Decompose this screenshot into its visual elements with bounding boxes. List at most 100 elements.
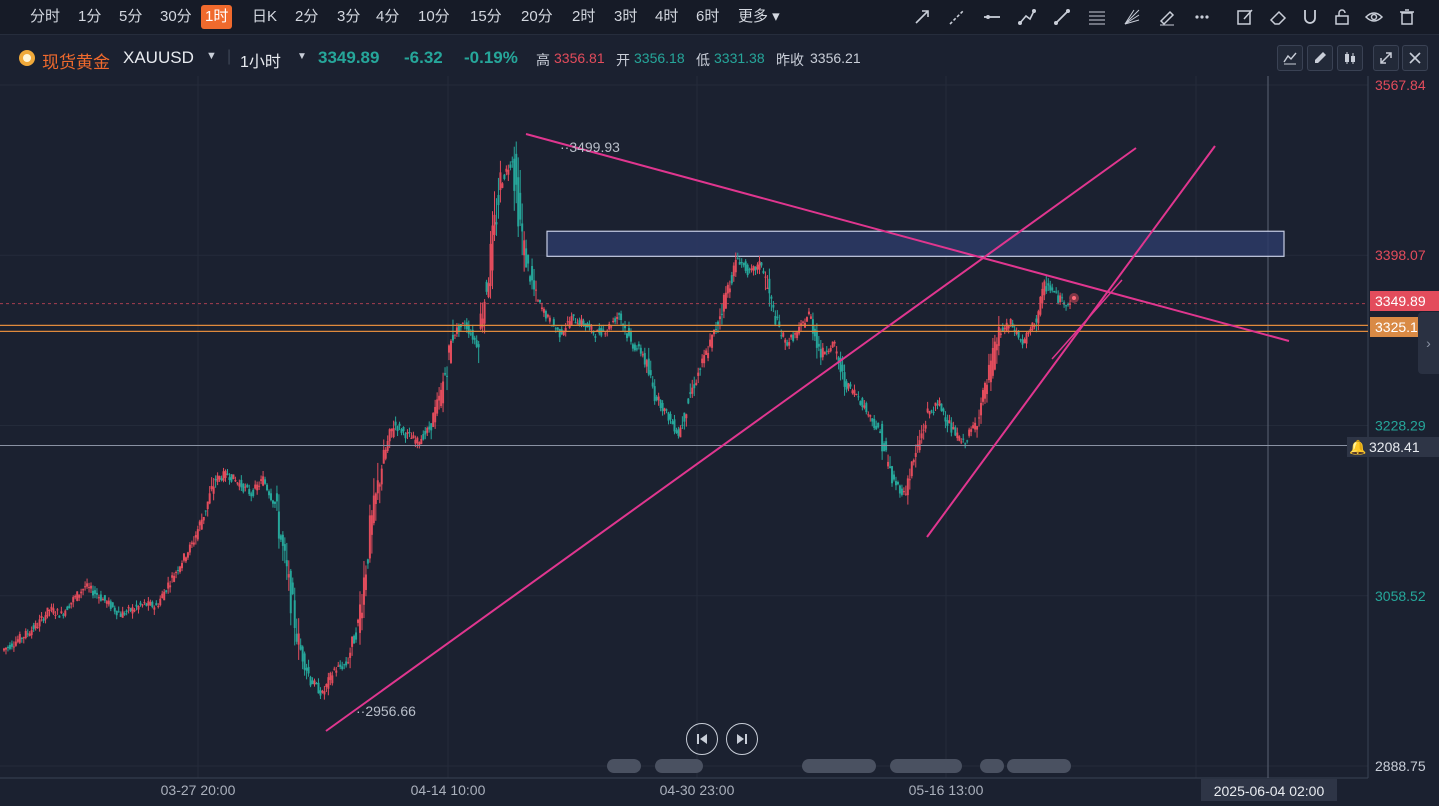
candle-body <box>360 612 363 619</box>
candle-body <box>645 360 648 367</box>
candle-body <box>467 324 470 334</box>
candle-body <box>740 262 743 264</box>
candle-body <box>194 535 197 538</box>
candle-body <box>291 582 294 595</box>
candle-body <box>323 691 326 695</box>
candle-body <box>408 431 411 433</box>
bell-icon[interactable]: 🔔 <box>1347 437 1369 457</box>
candle-body <box>906 478 909 496</box>
candle-body <box>28 633 31 636</box>
candle-body <box>161 593 164 599</box>
candle-body <box>80 591 83 594</box>
candle-body <box>82 589 85 591</box>
close-pane-button[interactable] <box>1402 45 1428 71</box>
candle-body <box>1021 339 1024 345</box>
candle-body <box>273 501 276 504</box>
candle-body <box>786 342 789 346</box>
symbol-name[interactable]: 现货黄金 <box>42 48 110 73</box>
candle-body <box>798 326 801 334</box>
candle-body <box>709 339 712 347</box>
candle-body <box>10 643 13 647</box>
candle-body <box>995 344 998 351</box>
candle-body <box>653 386 656 402</box>
candle-body <box>1057 295 1060 303</box>
prev-close-value: 3356.21 <box>810 50 861 66</box>
candle-body <box>879 431 882 433</box>
gold-coin-icon <box>19 50 35 66</box>
scroll-right-handle[interactable]: › <box>1418 312 1439 374</box>
candle-body <box>756 264 759 270</box>
candle-body <box>12 646 15 648</box>
candle-body <box>980 402 983 416</box>
candle-body <box>976 426 979 430</box>
candle-body <box>483 301 486 324</box>
symbol-info-bar: 现货黄金 XAUUSD ▼ | 1小时 ▼ 3349.89 -6.32 -0.1… <box>0 40 1439 74</box>
price-change-pct: -0.19% <box>464 48 518 67</box>
candle-body <box>829 348 832 352</box>
symbol-code[interactable]: XAUUSD <box>123 48 194 68</box>
candle-body <box>188 544 191 553</box>
candle-body <box>503 174 506 179</box>
candle-body <box>726 284 729 294</box>
candle-body <box>137 606 140 610</box>
indicator-button[interactable] <box>1277 45 1303 71</box>
candle-body <box>228 477 231 480</box>
candle-body <box>989 360 992 383</box>
candle-body <box>790 334 793 338</box>
candle-body <box>357 619 360 623</box>
candle-body <box>364 574 367 591</box>
candle-body <box>368 515 371 559</box>
candle-body <box>853 389 856 395</box>
candle-body <box>772 304 775 308</box>
candle-body <box>673 419 676 432</box>
blurred-watermark <box>655 759 703 773</box>
candle-body <box>635 348 638 350</box>
candle-body <box>58 615 61 618</box>
candle-body <box>531 266 534 281</box>
candle-body <box>728 288 731 293</box>
candlestick-chart[interactable]: ··3499.93 ··2956.66 3567.84 3398.07 3228.29 3… <box>0 0 1439 806</box>
candle-body <box>985 384 988 395</box>
candle-body <box>776 316 779 318</box>
candle-body <box>614 318 617 322</box>
scroll-back-button[interactable] <box>686 723 718 755</box>
candle-body <box>715 328 717 330</box>
draw-button[interactable] <box>1307 45 1333 71</box>
candle-body <box>548 317 551 322</box>
candle-body <box>774 315 777 325</box>
candle-body <box>734 260 737 273</box>
candle-body <box>436 399 439 414</box>
candle-style-button[interactable] <box>1337 45 1363 71</box>
candle-body <box>198 521 201 526</box>
scroll-forward-button[interactable] <box>726 723 758 755</box>
candle-body <box>311 680 314 685</box>
candle-body <box>926 408 929 413</box>
candle-icon <box>1345 52 1355 64</box>
candle-body <box>404 433 407 439</box>
candle-body <box>681 424 684 426</box>
period-dropdown-icon[interactable]: ▼ <box>297 51 307 62</box>
candle-body <box>394 421 397 426</box>
candle-body <box>424 430 427 435</box>
candle-body <box>38 619 41 627</box>
candle-body <box>643 353 646 365</box>
candle-body <box>224 470 227 478</box>
candle-body <box>970 429 973 432</box>
fullscreen-button[interactable] <box>1373 45 1399 71</box>
low-label: 低 <box>696 52 710 68</box>
candle-body <box>287 574 290 578</box>
candle-body <box>754 266 757 271</box>
candle-body <box>663 408 666 412</box>
symbol-dropdown-icon[interactable]: ▼ <box>206 50 217 62</box>
candle-body <box>54 614 57 616</box>
candle-body <box>297 633 300 645</box>
candle-body <box>891 466 894 484</box>
candle-body <box>34 622 37 629</box>
period-selector[interactable]: 1小时 <box>240 48 281 72</box>
candle-body <box>930 410 933 412</box>
candle-body <box>655 396 658 401</box>
candle-body <box>1047 283 1050 286</box>
candle-body <box>412 435 415 439</box>
low-value: 3331.38 <box>714 50 765 66</box>
candle-body <box>74 595 77 598</box>
